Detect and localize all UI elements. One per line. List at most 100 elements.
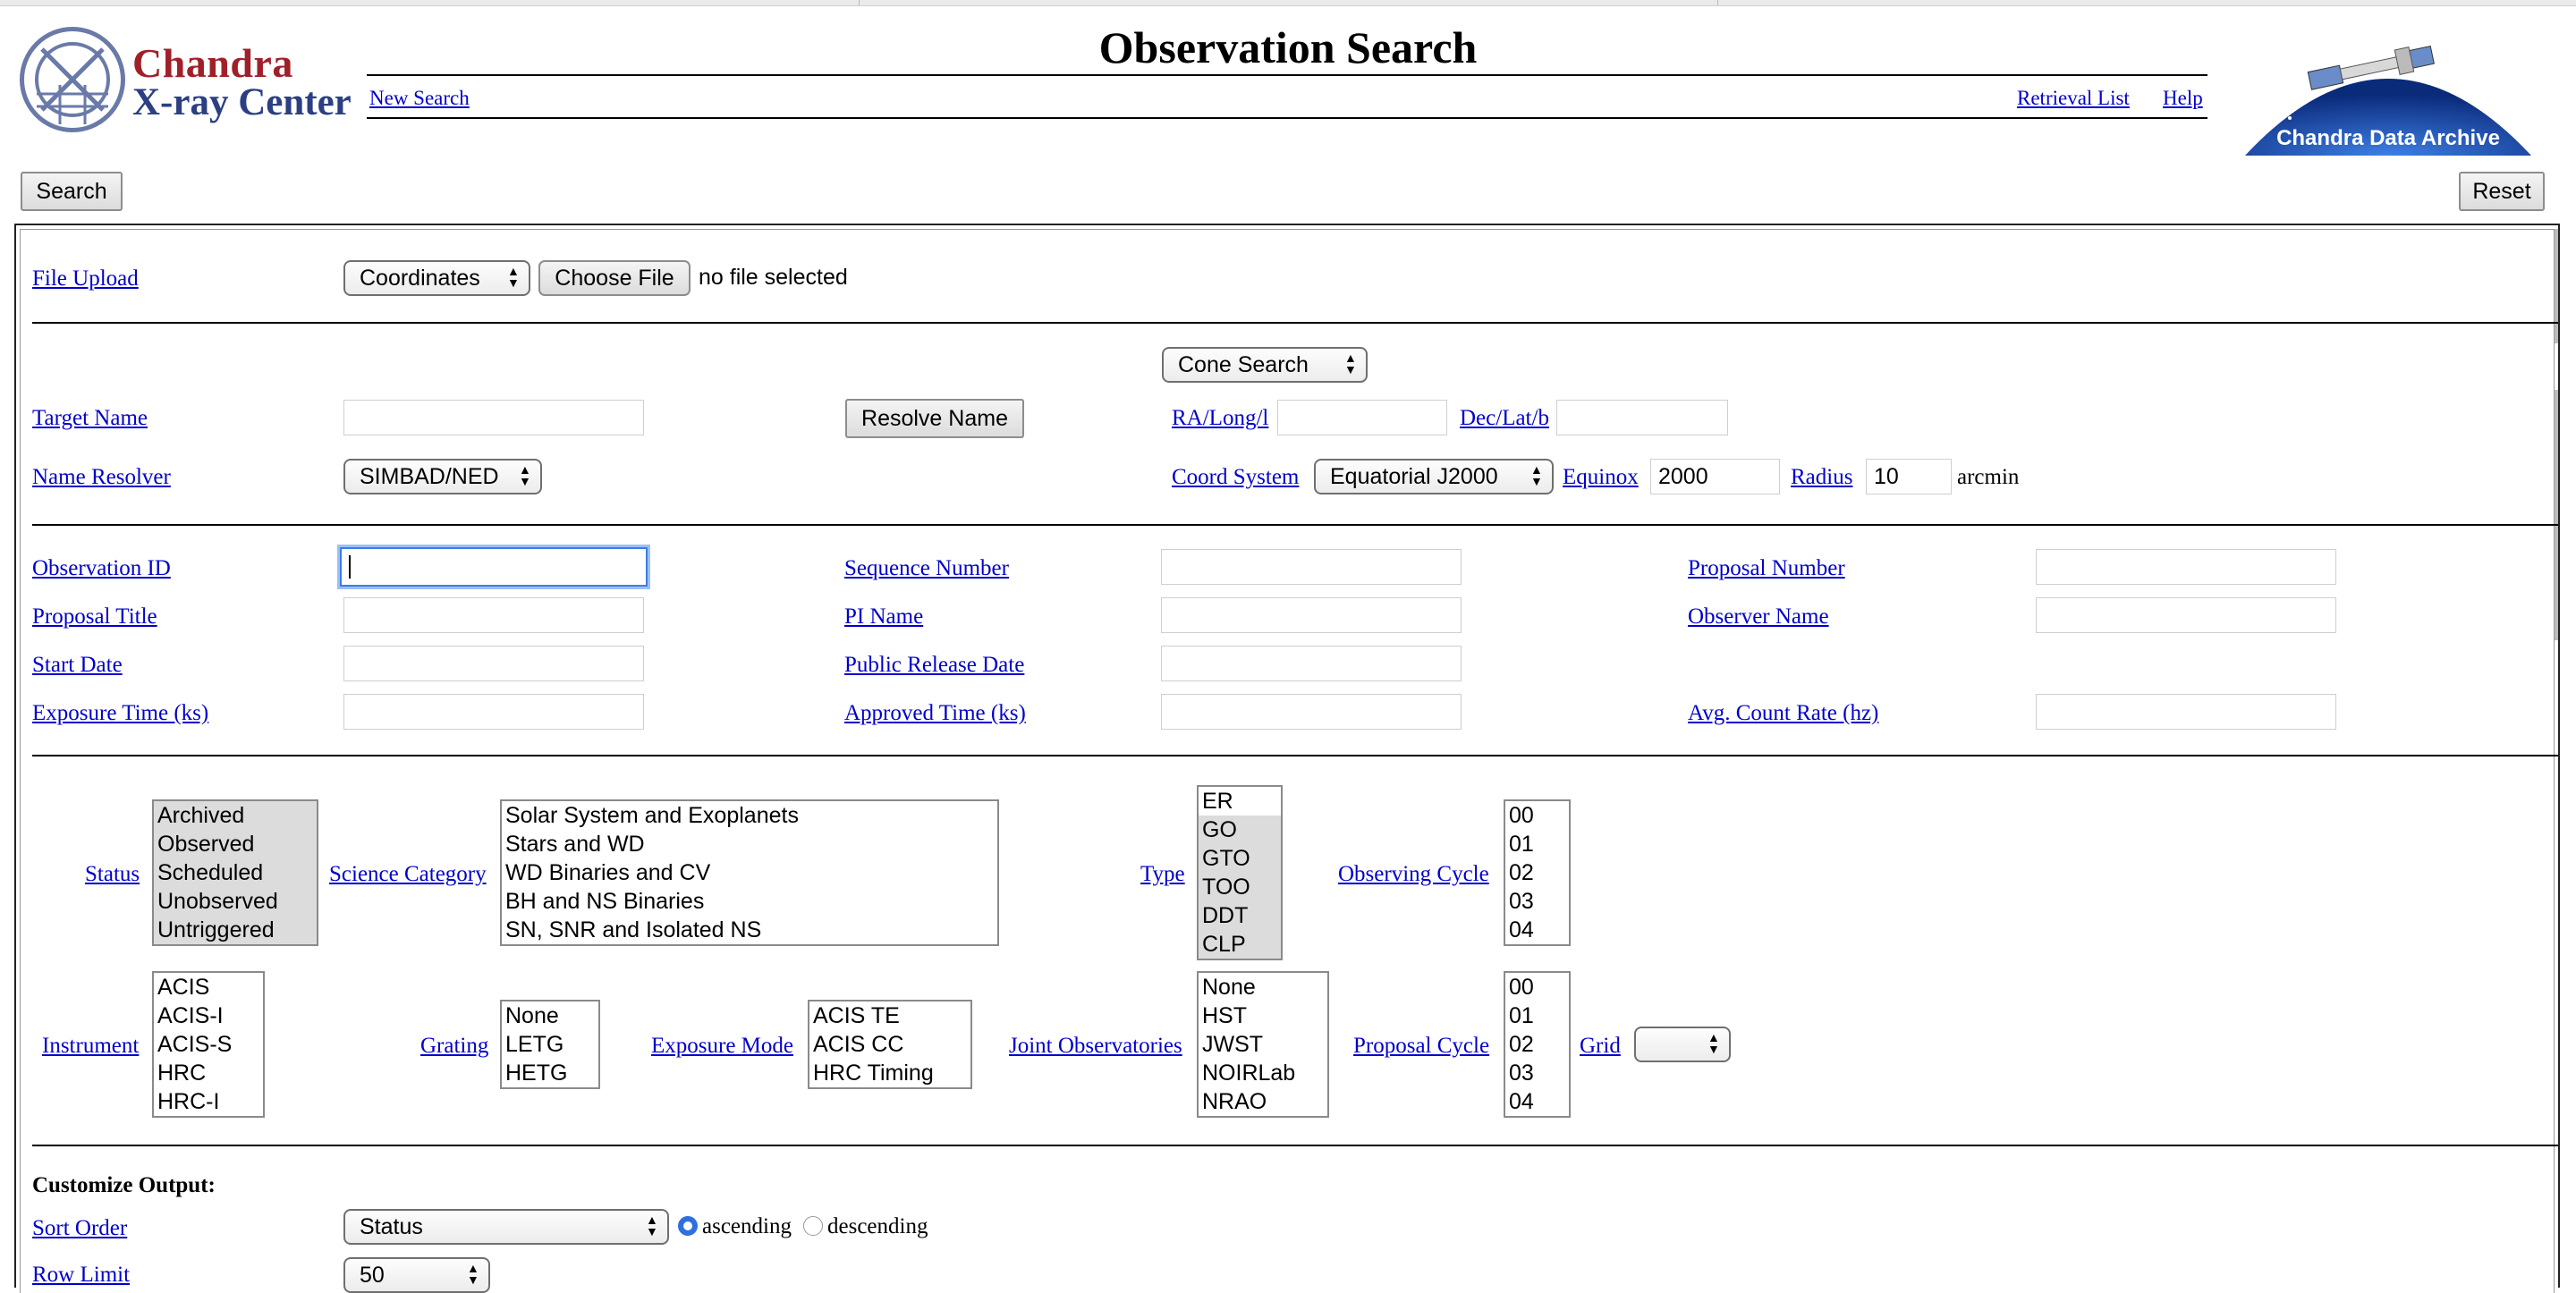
list-option[interactable]: 00: [1505, 973, 1569, 1001]
instrument-link[interactable]: Instrument: [42, 1034, 139, 1059]
list-option[interactable]: ACIS CC: [809, 1030, 970, 1059]
proposal-number-input[interactable]: [2036, 549, 2336, 585]
status-list[interactable]: Archived Observed Scheduled Unobserved U…: [152, 799, 318, 946]
observation-id-input[interactable]: [340, 547, 648, 587]
exposure-time-input[interactable]: [343, 694, 644, 730]
coord-system-select[interactable]: Equatorial J2000 ▲ ▼: [1314, 459, 1554, 494]
list-option[interactable]: 01: [1505, 830, 1569, 858]
list-option[interactable]: 04: [1505, 1087, 1569, 1116]
list-option[interactable]: Unobserved: [154, 887, 317, 916]
observer-name-input[interactable]: [2036, 597, 2336, 633]
dec-link[interactable]: Dec/Lat/b: [1460, 406, 1549, 431]
list-option[interactable]: HRC-I: [154, 1087, 263, 1116]
help-link[interactable]: Help: [2163, 87, 2203, 110]
name-resolver-select[interactable]: SIMBAD/NED ▲ ▼: [343, 459, 542, 494]
equinox-input[interactable]: 2000: [1650, 459, 1780, 494]
proposal-number-link[interactable]: Proposal Number: [1688, 556, 1845, 581]
list-option[interactable]: Scheduled: [154, 858, 317, 887]
list-option[interactable]: GTO: [1199, 844, 1281, 873]
list-option[interactable]: None: [1199, 973, 1327, 1001]
ra-link[interactable]: RA/Long/l: [1172, 406, 1268, 431]
list-option[interactable]: 02: [1505, 858, 1569, 887]
grid-link[interactable]: Grid: [1580, 1034, 1621, 1059]
resolve-name-button[interactable]: Resolve Name: [845, 399, 1024, 438]
type-list[interactable]: ER GO GTO TOO DDT CLP: [1197, 785, 1283, 960]
row-limit-select[interactable]: 50 ▲ ▼: [343, 1257, 490, 1293]
name-resolver-link[interactable]: Name Resolver: [32, 465, 171, 490]
observing-cycle-link[interactable]: Observing Cycle: [1338, 862, 1489, 887]
instrument-list[interactable]: ACIS ACIS-I ACIS-S HRC HRC-I: [152, 971, 265, 1118]
list-option[interactable]: 03: [1505, 1059, 1569, 1087]
grid-select[interactable]: ▲ ▼: [1634, 1027, 1731, 1062]
list-option[interactable]: Solar System and Exoplanets: [502, 801, 997, 830]
scrollbar-track[interactable]: [2555, 229, 2558, 343]
list-option[interactable]: 04: [1505, 916, 1569, 944]
status-link[interactable]: Status: [85, 862, 140, 887]
list-option[interactable]: ACIS TE: [809, 1001, 970, 1030]
public-release-date-link[interactable]: Public Release Date: [844, 653, 1024, 678]
list-option[interactable]: HRC Timing: [809, 1059, 970, 1087]
descending-radio[interactable]: [803, 1216, 823, 1236]
ascending-radio[interactable]: [678, 1216, 698, 1236]
scrollbar-thumb[interactable]: [2555, 390, 2558, 640]
exposure-time-link[interactable]: Exposure Time (ks): [32, 701, 208, 726]
proposal-cycle-link[interactable]: Proposal Cycle: [1353, 1034, 1489, 1059]
list-option[interactable]: ACIS: [154, 973, 263, 1001]
list-option[interactable]: Observed: [154, 830, 317, 858]
grating-link[interactable]: Grating: [420, 1034, 488, 1059]
start-date-input[interactable]: [343, 646, 644, 681]
science-category-link[interactable]: Science Category: [329, 862, 487, 887]
list-option[interactable]: ACIS-S: [154, 1030, 263, 1059]
list-option[interactable]: DDT: [1199, 901, 1281, 930]
new-search-link[interactable]: New Search: [369, 87, 470, 110]
joint-observatories-list[interactable]: None HST JWST NOIRLab NRAO: [1197, 971, 1329, 1118]
grating-list[interactable]: None LETG HETG: [500, 1000, 600, 1089]
sort-order-link[interactable]: Sort Order: [32, 1216, 127, 1241]
dec-input[interactable]: [1556, 400, 1728, 435]
type-link[interactable]: Type: [1140, 862, 1185, 887]
sequence-number-link[interactable]: Sequence Number: [844, 556, 1009, 581]
list-option[interactable]: 03: [1505, 887, 1569, 916]
list-option[interactable]: ER: [1199, 787, 1281, 816]
list-option[interactable]: NOIRLab: [1199, 1059, 1327, 1087]
target-name-input[interactable]: [343, 400, 644, 435]
list-option[interactable]: HRC: [154, 1059, 263, 1087]
joint-observatories-link[interactable]: Joint Observatories: [1009, 1034, 1182, 1059]
list-option[interactable]: LETG: [502, 1030, 598, 1059]
observer-name-link[interactable]: Observer Name: [1688, 604, 1829, 630]
exposure-mode-list[interactable]: ACIS TE ACIS CC HRC Timing: [808, 1000, 972, 1089]
sequence-number-input[interactable]: [1161, 549, 1462, 585]
list-option[interactable]: HETG: [502, 1059, 598, 1087]
choose-file-button[interactable]: Choose File: [538, 260, 691, 296]
target-name-link[interactable]: Target Name: [32, 406, 148, 431]
list-option[interactable]: JWST: [1199, 1030, 1327, 1059]
list-option[interactable]: None: [502, 1001, 598, 1030]
equinox-link[interactable]: Equinox: [1563, 465, 1639, 490]
row-limit-link[interactable]: Row Limit: [32, 1263, 130, 1288]
sort-order-select[interactable]: Status ▲ ▼: [343, 1209, 669, 1245]
proposal-cycle-list[interactable]: 00 01 02 03 04: [1504, 971, 1571, 1118]
list-option[interactable]: Stars and WD: [502, 830, 997, 858]
radius-link[interactable]: Radius: [1791, 465, 1852, 490]
list-option[interactable]: WD Binaries and CV: [502, 858, 997, 887]
reset-button[interactable]: Reset: [2459, 172, 2545, 211]
avg-count-rate-input[interactable]: [2036, 694, 2336, 730]
avg-count-rate-link[interactable]: Avg. Count Rate (hz): [1688, 701, 1878, 726]
list-option[interactable]: SN, SNR and Isolated NS: [502, 916, 997, 944]
search-button[interactable]: Search: [21, 172, 123, 211]
proposal-title-input[interactable]: [343, 597, 644, 633]
upload-type-select[interactable]: Coordinates ▲ ▼: [343, 260, 530, 296]
observing-cycle-list[interactable]: 00 01 02 03 04: [1504, 799, 1571, 946]
search-mode-select[interactable]: Cone Search ▲ ▼: [1162, 347, 1368, 383]
observation-id-link[interactable]: Observation ID: [32, 556, 171, 581]
pi-name-link[interactable]: PI Name: [844, 604, 923, 630]
list-option[interactable]: Untriggered: [154, 916, 317, 944]
coord-system-link[interactable]: Coord System: [1172, 465, 1299, 490]
radius-input[interactable]: 10: [1866, 459, 1952, 494]
start-date-link[interactable]: Start Date: [32, 653, 123, 678]
list-option[interactable]: HST: [1199, 1001, 1327, 1030]
list-option[interactable]: 01: [1505, 1001, 1569, 1030]
list-option[interactable]: GO: [1199, 816, 1281, 844]
file-upload-link[interactable]: File Upload: [32, 266, 139, 292]
list-option[interactable]: Archived: [154, 801, 317, 830]
